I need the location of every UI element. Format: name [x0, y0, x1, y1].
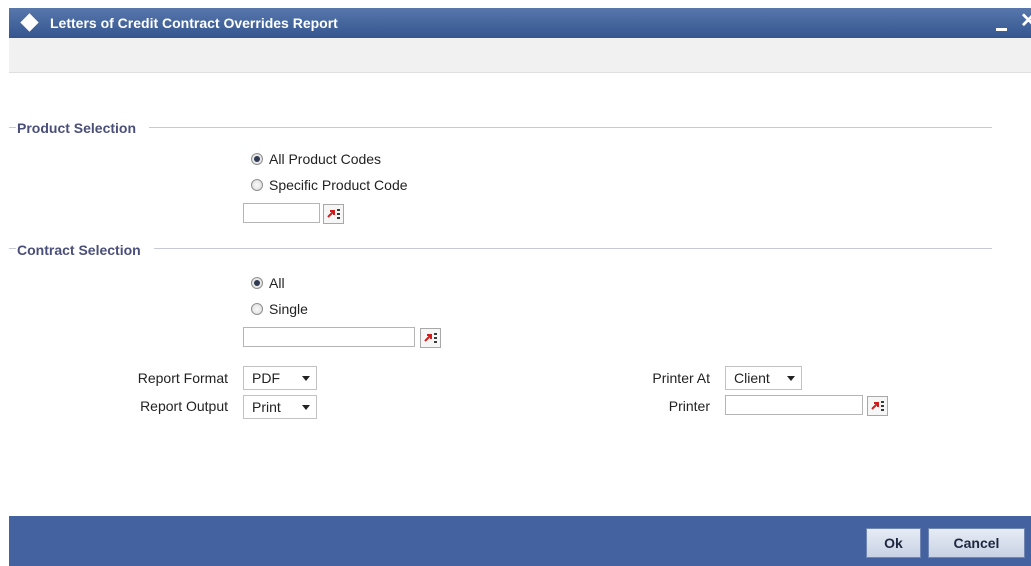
report-format-select[interactable]: PDF	[243, 366, 317, 390]
lov-arrow-icon	[871, 402, 879, 410]
list-icon	[434, 333, 437, 344]
printer-at-label: Printer At	[652, 370, 710, 386]
printer-at-select[interactable]: Client	[725, 366, 802, 390]
select-value: Print	[252, 399, 281, 415]
radio-label: Specific Product Code	[269, 177, 408, 193]
contract-ref-input[interactable]	[243, 327, 415, 347]
radio-button[interactable]	[251, 277, 263, 289]
radio-button[interactable]	[251, 153, 263, 165]
radio-label: Single	[269, 301, 308, 317]
lov-arrow-icon	[424, 334, 432, 342]
report-format-label: Report Format	[137, 370, 228, 386]
radio-button[interactable]	[251, 303, 263, 315]
close-button[interactable]: ✕	[1020, 11, 1031, 31]
diamond-icon	[20, 13, 39, 32]
section-divider	[9, 127, 16, 128]
report-output-select[interactable]: Print	[243, 395, 317, 419]
minimize-button[interactable]	[996, 28, 1007, 31]
cancel-button[interactable]: Cancel	[928, 528, 1025, 558]
product-selection-title: Product Selection	[17, 120, 137, 136]
section-divider	[154, 248, 992, 249]
ok-button[interactable]: Ok	[866, 528, 921, 558]
window-titlebar: Letters of Credit Contract Overrides Rep…	[9, 8, 1031, 38]
list-icon	[337, 209, 340, 220]
chevron-down-icon	[302, 376, 310, 381]
chevron-down-icon	[787, 376, 795, 381]
radio-label: All	[269, 275, 285, 291]
lov-arrow-icon	[327, 210, 335, 218]
product-code-input[interactable]	[243, 203, 320, 223]
contract-selection-title: Contract Selection	[17, 242, 141, 258]
section-divider	[149, 127, 992, 128]
product-code-lov-button[interactable]	[323, 204, 344, 224]
select-value: Client	[734, 370, 770, 386]
printer-input[interactable]	[725, 395, 863, 415]
radio-specific-product-code[interactable]: Specific Product Code	[251, 177, 408, 193]
contract-ref-lov-button[interactable]	[420, 328, 441, 348]
chevron-down-icon	[302, 405, 310, 410]
window-title: Letters of Credit Contract Overrides Rep…	[50, 15, 338, 31]
select-value: PDF	[252, 370, 280, 386]
section-divider	[9, 248, 16, 249]
printer-lov-button[interactable]	[867, 396, 888, 416]
report-output-label: Report Output	[140, 398, 228, 414]
list-icon	[881, 401, 884, 412]
radio-label: All Product Codes	[269, 151, 382, 167]
radio-contract-single[interactable]: Single	[251, 301, 308, 317]
toolbar-strip	[9, 38, 1031, 73]
printer-label: Printer	[668, 398, 710, 414]
close-icon[interactable]: ✕	[1020, 10, 1031, 32]
radio-button[interactable]	[251, 179, 263, 191]
radio-all-product-codes[interactable]: All Product Codes	[251, 151, 381, 167]
radio-contract-all[interactable]: All	[251, 275, 285, 291]
